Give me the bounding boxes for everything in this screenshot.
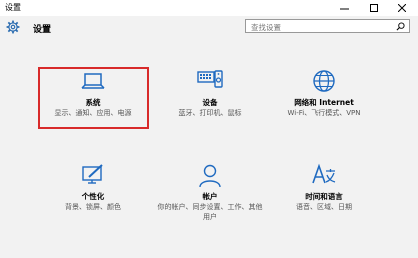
maximize-icon — [370, 4, 378, 12]
globe-icon — [313, 70, 335, 92]
tile-network-title: 网络和 Internet — [294, 98, 354, 107]
search-placeholder: 查找设置 — [251, 23, 281, 32]
tile-accounts-title: 帐户 — [202, 192, 218, 201]
time-language-icon — [312, 163, 336, 184]
tile-personalization-title: 个性化 — [81, 192, 105, 201]
search-input[interactable]: 查找设置 — [245, 19, 410, 33]
close-button[interactable] — [392, 0, 412, 16]
page-title: 设置 — [33, 25, 52, 35]
tile-time-language-title: 时间和语言 — [305, 192, 343, 201]
tile-personalization-desc: 背景、锁屏、颜色 — [65, 203, 121, 211]
selection-highlight — [38, 67, 149, 129]
tile-accounts[interactable]: 帐户 你的帐户、同步设置、工作、其他用户 — [154, 163, 266, 225]
settings-window: 设置 设置 查找设置 系统 显示、通知、应用、电源 设备 蓝牙、打印机、鼠标 网… — [0, 0, 418, 258]
tile-devices-title: 设备 — [202, 98, 218, 107]
minimize-button[interactable] — [334, 0, 354, 16]
tile-network-desc: Wi-Fi、飞行模式、VPN — [287, 109, 361, 117]
tile-time-language-desc: 语音、区域、日期 — [296, 203, 352, 211]
personalization-icon — [82, 164, 103, 184]
tile-personalization[interactable]: 个性化 背景、锁屏、颜色 — [37, 163, 149, 225]
window-title: 设置 — [5, 3, 21, 12]
gear-icon — [6, 20, 20, 34]
tile-devices[interactable]: 设备 蓝牙、打印机、鼠标 — [154, 69, 266, 131]
tile-time-language[interactable]: 时间和语言 语音、区域、日期 — [268, 163, 380, 225]
person-icon — [199, 164, 221, 188]
tile-network[interactable]: 网络和 Internet Wi-Fi、飞行模式、VPN — [268, 69, 380, 131]
minimize-icon — [339, 8, 349, 9]
tile-devices-desc: 蓝牙、打印机、鼠标 — [178, 109, 242, 117]
tile-accounts-desc: 你的帐户、同步设置、工作、其他用户 — [157, 203, 263, 221]
title-bar[interactable]: 设置 — [0, 0, 418, 16]
maximize-button[interactable] — [364, 0, 384, 16]
devices-icon — [197, 70, 223, 88]
search-icon[interactable] — [396, 22, 405, 31]
close-icon — [398, 4, 406, 12]
